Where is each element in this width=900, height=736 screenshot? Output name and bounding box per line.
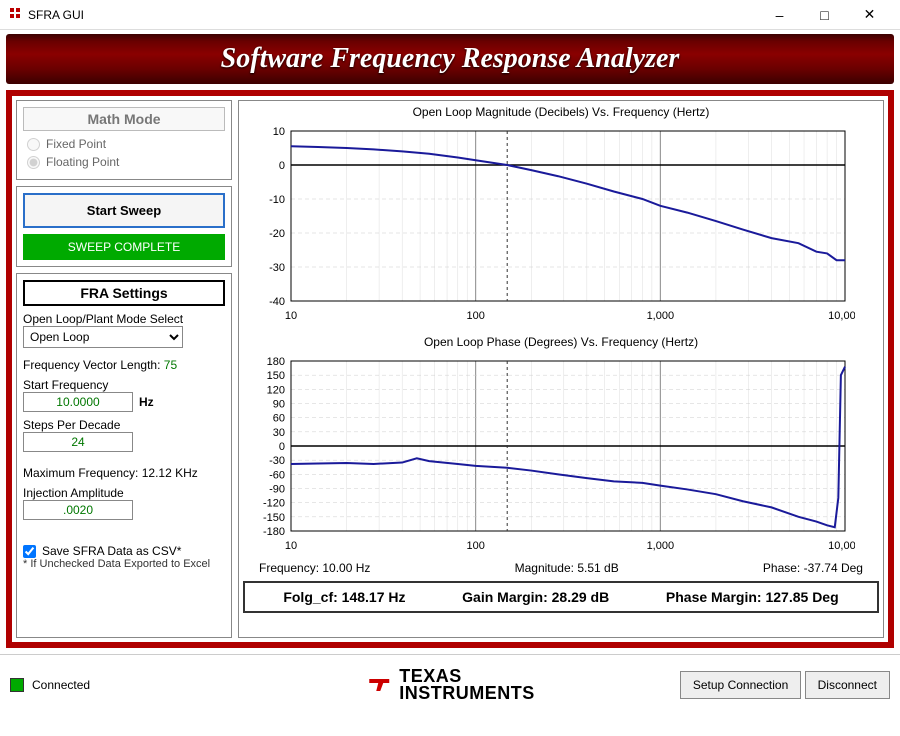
window-title: SFRA GUI <box>28 8 757 22</box>
readout-phase: Phase: -37.74 Deg <box>763 561 863 575</box>
math-mode-heading: Math Mode <box>23 107 225 131</box>
svg-text:1,000: 1,000 <box>647 310 675 322</box>
radio-fixed-point-input[interactable] <box>27 138 40 151</box>
max-freq-value: 12.12 KHz <box>142 466 198 480</box>
save-csv-checkbox[interactable] <box>23 545 36 558</box>
setup-connection-button[interactable]: Setup Connection <box>680 671 801 699</box>
window-titlebar: SFRA GUI – □ ✕ <box>0 0 900 30</box>
steps-label: Steps Per Decade <box>23 418 225 432</box>
svg-text:-180: -180 <box>263 526 285 538</box>
ti-logo-text: TEXASINSTRUMENTS <box>399 668 535 700</box>
svg-text:1,000: 1,000 <box>647 540 675 552</box>
svg-text:10: 10 <box>285 310 297 322</box>
mode-select-label: Open Loop/Plant Mode Select <box>23 312 225 326</box>
readout-freq: Frequency: 10.00 Hz <box>259 561 370 575</box>
svg-text:-40: -40 <box>269 296 285 308</box>
radio-fixed-point-label: Fixed Point <box>46 137 106 151</box>
max-freq-label: Maximum Frequency: <box>23 466 138 480</box>
svg-text:-20: -20 <box>269 228 285 240</box>
fra-settings-heading: FRA Settings <box>23 280 225 306</box>
save-csv-label: Save SFRA Data as CSV* <box>42 544 181 558</box>
freq-vec-label: Frequency Vector Length: <box>23 358 160 372</box>
gain-margin: Gain Margin: 28.29 dB <box>462 589 609 605</box>
svg-text:120: 120 <box>267 384 285 396</box>
app-icon <box>8 6 22 23</box>
bottom-buttons: Setup Connection Disconnect <box>680 671 890 699</box>
svg-text:-150: -150 <box>263 512 285 524</box>
save-csv-row[interactable]: Save SFRA Data as CSV* <box>23 544 225 558</box>
svg-text:30: 30 <box>273 427 285 439</box>
svg-text:10,000: 10,000 <box>828 540 855 552</box>
phase-chart-title: Open Loop Phase (Degrees) Vs. Frequency … <box>243 335 879 349</box>
disconnect-button[interactable]: Disconnect <box>805 671 890 699</box>
connected-label: Connected <box>32 678 90 692</box>
svg-text:10: 10 <box>273 126 285 138</box>
minimize-button[interactable]: – <box>757 0 802 30</box>
ti-logo-icon <box>365 671 393 699</box>
svg-text:100: 100 <box>466 540 484 552</box>
radio-floating-point-input[interactable] <box>27 156 40 169</box>
app-banner: Software Frequency Response Analyzer <box>6 34 894 84</box>
start-freq-input[interactable] <box>23 392 133 412</box>
inj-amp-label: Injection Amplitude <box>23 486 225 500</box>
svg-text:180: 180 <box>267 356 285 368</box>
math-mode-panel: Math Mode Fixed Point Floating Point <box>16 100 232 180</box>
chart-area: Open Loop Magnitude (Decibels) Vs. Frequ… <box>238 100 884 638</box>
radio-floating-point-label: Floating Point <box>46 155 119 169</box>
phase-margin: Phase Margin: 127.85 Deg <box>666 589 839 605</box>
mag-chart-title: Open Loop Magnitude (Decibels) Vs. Frequ… <box>243 105 879 119</box>
svg-text:90: 90 <box>273 399 285 411</box>
start-freq-unit: Hz <box>139 395 154 409</box>
bottom-bar: Connected TEXASINSTRUMENTS Setup Connect… <box>0 654 900 714</box>
start-sweep-button[interactable]: Start Sweep <box>23 193 225 228</box>
svg-text:-30: -30 <box>269 455 285 467</box>
svg-text:10,000: 10,000 <box>828 310 855 322</box>
sweep-panel: Start Sweep SWEEP COMPLETE <box>16 186 232 267</box>
svg-text:-10: -10 <box>269 194 285 206</box>
svg-text:150: 150 <box>267 370 285 382</box>
radio-fixed-point[interactable]: Fixed Point <box>27 137 221 151</box>
svg-text:-120: -120 <box>263 498 285 510</box>
svg-text:-30: -30 <box>269 262 285 274</box>
radio-floating-point[interactable]: Floating Point <box>27 155 221 169</box>
inj-amp-input[interactable] <box>23 500 133 520</box>
mode-select[interactable]: Open Loop <box>23 326 183 348</box>
magnitude-chart: 10 100 1,000 10,000 -40 -30 -20 -10 0 10 <box>243 125 855 325</box>
margins-bar: Folg_cf: 148.17 Hz Gain Margin: 28.29 dB… <box>243 581 879 613</box>
svg-text:-90: -90 <box>269 484 285 496</box>
connection-status: Connected <box>10 678 90 692</box>
svg-text:0: 0 <box>279 160 285 172</box>
save-csv-note: * If Unchecked Data Exported to Excel <box>23 558 225 570</box>
steps-input[interactable] <box>23 432 133 452</box>
freq-vec-value: 75 <box>164 358 177 372</box>
folg-cf: Folg_cf: 148.17 Hz <box>283 589 405 605</box>
readout-mag: Magnitude: 5.51 dB <box>515 561 619 575</box>
phase-chart: 10 100 1,000 10,000 -180 -150 -120 -90 -60 -30 0 30… <box>243 355 855 555</box>
main-frame: Math Mode Fixed Point Floating Point Sta… <box>6 90 894 648</box>
maximize-button[interactable]: □ <box>802 0 847 30</box>
close-button[interactable]: ✕ <box>847 0 892 30</box>
sweep-status: SWEEP COMPLETE <box>23 234 225 260</box>
connected-indicator-icon <box>10 678 24 692</box>
ti-logo: TEXASINSTRUMENTS <box>365 668 535 700</box>
sidebar: Math Mode Fixed Point Floating Point Sta… <box>16 100 232 638</box>
svg-text:60: 60 <box>273 413 285 425</box>
svg-text:0: 0 <box>279 441 285 453</box>
chart-readout: Frequency: 10.00 Hz Magnitude: 5.51 dB P… <box>243 559 879 577</box>
banner-title: Software Frequency Response Analyzer <box>221 43 680 75</box>
start-freq-label: Start Frequency <box>23 378 225 392</box>
fra-settings-panel: FRA Settings Open Loop/Plant Mode Select… <box>16 273 232 638</box>
svg-text:100: 100 <box>466 310 484 322</box>
svg-text:10: 10 <box>285 540 297 552</box>
svg-text:-60: -60 <box>269 469 285 481</box>
